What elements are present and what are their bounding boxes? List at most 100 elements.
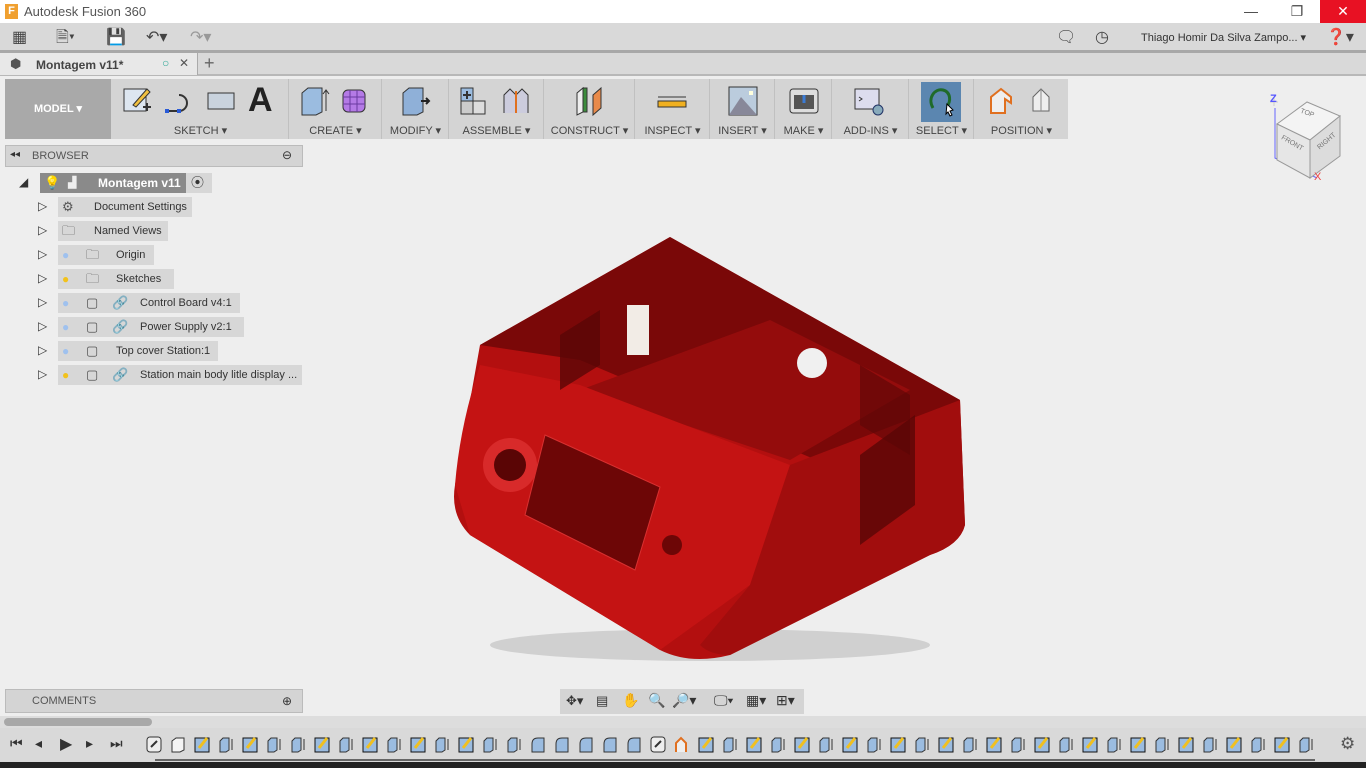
save-icon[interactable]: 💾	[106, 28, 126, 48]
browser-minimize-icon[interactable]: ⊖	[282, 148, 292, 162]
browser-panel-header[interactable]: ◂◂ BROWSER ⊖	[5, 145, 303, 167]
redo-icon[interactable]: ↷▾	[190, 28, 211, 48]
modify-group[interactable]: MODIFY ▾	[383, 79, 449, 139]
expand-triangle-icon[interactable]: ▷	[38, 271, 47, 285]
browser-item[interactable]: ● ▢ 🔗 Station main body litle display ...	[58, 365, 302, 385]
timeline-step-sketch-icon[interactable]	[698, 736, 714, 753]
help-icon[interactable]: ❓▾	[1326, 28, 1354, 48]
grid-settings-icon[interactable]: ▦▾	[746, 692, 766, 709]
collapse-browser-icon[interactable]: ◂◂	[10, 149, 20, 160]
timeline-step-box-icon[interactable]	[170, 736, 186, 753]
workspace-switcher[interactable]: MODEL ▾	[5, 79, 111, 139]
visibility-bulb-icon[interactable]: ●	[62, 245, 69, 265]
timeline-step-fillet-icon[interactable]	[602, 736, 618, 753]
inspect-group[interactable]: INSPECT ▾	[636, 79, 710, 139]
undo-icon[interactable]: ↶▾	[146, 28, 167, 48]
viewports-icon[interactable]: ⊞▾	[776, 692, 795, 709]
timeline-step-sketch-icon[interactable]	[1082, 736, 1098, 753]
timeline-step-extrude-icon[interactable]	[914, 736, 930, 753]
timeline-step-fillet-icon[interactable]	[530, 736, 546, 753]
step-forward-icon[interactable]: ▸	[86, 735, 93, 752]
timeline-step-fillet-icon[interactable]	[578, 736, 594, 753]
3d-print-icon[interactable]	[788, 85, 820, 117]
new-component-icon[interactable]	[458, 85, 490, 117]
joint-icon[interactable]	[500, 85, 532, 117]
line-icon[interactable]	[163, 85, 195, 117]
minimize-button[interactable]: —	[1228, 0, 1274, 23]
go-to-end-icon[interactable]: ⏭	[110, 735, 123, 752]
timeline-step-extrude-icon[interactable]	[1106, 736, 1122, 753]
go-to-start-icon[interactable]: ⏮	[10, 735, 23, 752]
document-tab[interactable]: ⬢ Montagem v11* ○ ✕	[0, 53, 198, 75]
timeline-step-extrude-icon[interactable]	[434, 736, 450, 753]
timeline-step-link-icon[interactable]	[650, 736, 666, 753]
timeline-step-sketch-icon[interactable]	[1130, 736, 1146, 753]
timeline-step-sketch-icon[interactable]	[1034, 736, 1050, 753]
timeline-step-extrude-icon[interactable]	[818, 736, 834, 753]
browser-item[interactable]: ● ▢ Top cover Station:1	[58, 341, 218, 361]
file-menu-icon[interactable]: 🗎▾	[56, 28, 75, 48]
timeline-step-extrude-icon[interactable]	[1298, 736, 1314, 753]
close-button[interactable]: ✕	[1320, 0, 1366, 23]
3d-model-viewport[interactable]	[440, 225, 980, 665]
expand-triangle-icon[interactable]: ▷	[38, 295, 47, 309]
timeline-step-extrude-icon[interactable]	[506, 736, 522, 753]
position-group[interactable]: POSITION ▾	[975, 79, 1068, 139]
new-tab-icon[interactable]: +	[204, 53, 215, 74]
measure-icon[interactable]	[656, 85, 688, 117]
timeline-step-sketch-icon[interactable]	[842, 736, 858, 753]
visibility-bulb-icon[interactable]: ●	[62, 293, 69, 313]
text-icon[interactable]: A	[248, 83, 280, 117]
timeline-settings-gear-icon[interactable]: ⚙	[1340, 734, 1355, 754]
browser-item[interactable]: ⚙ Document Settings	[58, 197, 192, 217]
timeline-step-extrude-icon[interactable]	[962, 736, 978, 753]
browser-item[interactable]: ● 🗀 Sketches	[58, 269, 174, 289]
step-back-icon[interactable]: ◂	[35, 735, 42, 752]
timeline-step-extrude-icon[interactable]	[722, 736, 738, 753]
insert-group[interactable]: INSERT ▾	[711, 79, 775, 139]
play-icon[interactable]: ▶	[60, 734, 72, 754]
insert-image-icon[interactable]	[727, 85, 759, 117]
timeline-step-sketch-icon[interactable]	[458, 736, 474, 753]
offset-plane-icon[interactable]	[573, 85, 605, 117]
form-icon[interactable]	[340, 85, 372, 117]
browser-item[interactable]: ● ▢ 🔗 Control Board v4:1	[58, 293, 240, 313]
browser-horizontal-scrollbar[interactable]	[0, 716, 1366, 728]
expand-triangle-icon[interactable]: ▷	[38, 319, 47, 333]
comments-icon[interactable]: 🗨	[1056, 28, 1076, 48]
visibility-bulb-icon[interactable]: ●	[62, 341, 69, 361]
expand-triangle-icon[interactable]: ▷	[38, 199, 47, 213]
scripts-addins-icon[interactable]	[853, 85, 885, 117]
timeline-step-sketch-icon[interactable]	[194, 736, 210, 753]
close-tab-icon[interactable]: ✕	[179, 56, 189, 70]
expand-triangle-icon[interactable]: ▷	[38, 247, 47, 261]
timeline-step-extrude-icon[interactable]	[338, 736, 354, 753]
visibility-bulb-icon[interactable]: 💡	[44, 173, 60, 193]
timeline-step-extrude-icon[interactable]	[1058, 736, 1074, 753]
timeline-step-link-icon[interactable]	[146, 736, 162, 753]
timeline-step-sketch-icon[interactable]	[242, 736, 258, 753]
timeline-step-sketch-icon[interactable]	[1226, 736, 1242, 753]
visibility-bulb-icon[interactable]: ●	[62, 269, 69, 289]
timeline-step-extrude-icon[interactable]	[866, 736, 882, 753]
rectangle-icon[interactable]	[205, 85, 237, 117]
timeline-step-sketch-icon[interactable]	[362, 736, 378, 753]
timeline-step-sketch-icon[interactable]	[1178, 736, 1194, 753]
visibility-bulb-icon[interactable]: ●	[62, 317, 69, 337]
capture-position-icon[interactable]	[987, 85, 1019, 117]
activate-radio-icon[interactable]: ⦿	[191, 173, 204, 193]
browser-item[interactable]: 🗀 Named Views	[58, 221, 168, 241]
browser-item[interactable]: ● ▢ 🔗 Power Supply v2:1	[58, 317, 244, 337]
job-status-clock-icon[interactable]: ◷	[1095, 28, 1109, 48]
scrollbar-thumb[interactable]	[4, 718, 152, 726]
select-button[interactable]	[921, 82, 961, 122]
timeline-step-fillet-icon[interactable]	[626, 736, 642, 753]
timeline-step-extrude-icon[interactable]	[266, 736, 282, 753]
timeline-step-sketch-icon[interactable]	[794, 736, 810, 753]
create-group[interactable]: CREATE ▾	[290, 79, 382, 139]
timeline-step-extrude-icon[interactable]	[1250, 736, 1266, 753]
browser-item[interactable]: ● 🗀 Origin	[58, 245, 154, 265]
create-sketch-icon[interactable]	[121, 85, 153, 117]
tree-root[interactable]: 💡 ▟ Montagem v11 ⦿	[40, 173, 212, 193]
press-pull-icon[interactable]	[399, 85, 431, 117]
